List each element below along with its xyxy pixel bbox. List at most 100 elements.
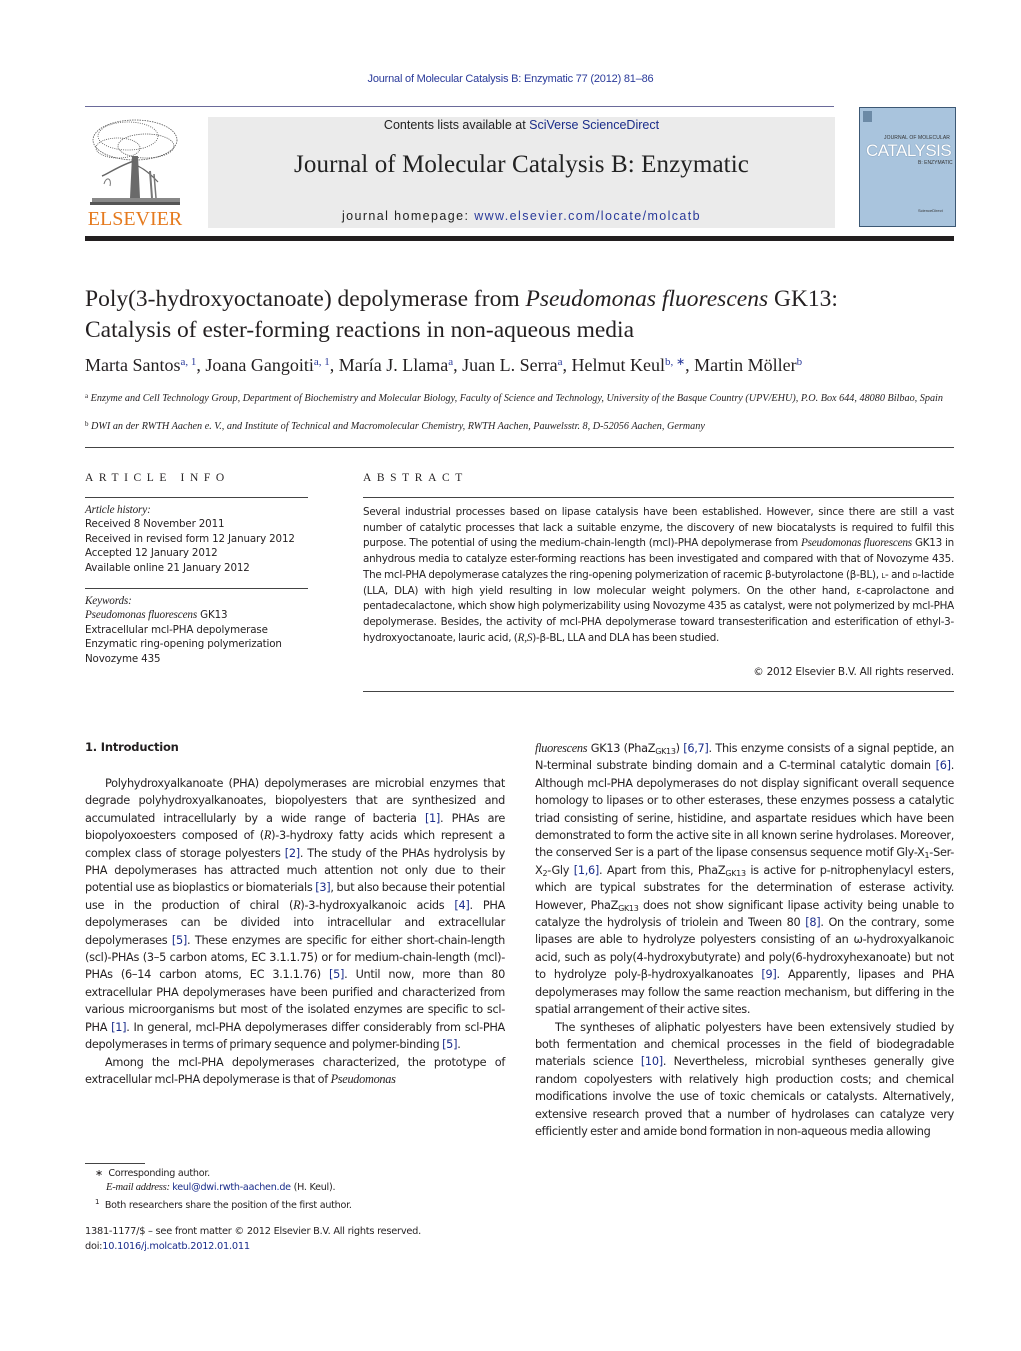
header-rule	[85, 106, 834, 107]
elsevier-wordmark: ELSEVIER	[87, 208, 183, 230]
affiliation-a: a Enzyme and Cell Technology Group, Depa…	[85, 389, 955, 406]
affiliation-text: DWI an der RWTH Aachen e. V., and Instit…	[91, 421, 705, 432]
abstract-italic: R,S	[517, 631, 533, 644]
footnote-shared: 1 Both researchers share the position of…	[95, 1198, 352, 1212]
body-column-left: Polyhydroxyalkanoate (PHA) depolymerases…	[85, 775, 505, 1088]
citation-link[interactable]: [1,6]	[574, 864, 600, 877]
affiliation-b: b DWI an der RWTH Aachen e. V., and Inst…	[85, 417, 955, 434]
citation-link[interactable]: [6,7]	[683, 742, 709, 755]
cover-logo-icon	[863, 111, 872, 122]
keyword-item[interactable]: Novozyme 435	[85, 652, 310, 666]
paragraph: Polyhydroxyalkanoate (PHA) depolymerases…	[85, 777, 505, 1052]
citation-link[interactable]: [9]	[761, 968, 776, 981]
citation-link[interactable]: [10]	[641, 1055, 663, 1068]
history-label: Article history:	[85, 504, 151, 516]
history-item: Accepted 12 January 2012	[85, 547, 218, 560]
citation-link[interactable]: [5]	[172, 934, 187, 947]
header-thick-rule	[85, 236, 954, 241]
issn-line: 1381-1177/$ – see front matter © 2012 El…	[85, 1226, 421, 1237]
abstract-segment: )-β-BL, LLA and DLA has been studied.	[532, 631, 720, 644]
keyword-item[interactable]: Extracellular mcl-PHA depolymerase	[85, 623, 310, 637]
article-info-heading: ARTICLE INFO	[85, 472, 230, 484]
citation-link[interactable]: [1]	[425, 812, 440, 825]
introduction-heading: 1. Introduction	[85, 740, 179, 754]
cover-line2: CATALYSIS	[866, 141, 952, 160]
elsevier-tree-icon	[88, 116, 182, 208]
elsevier-logo[interactable]: ELSEVIER	[84, 116, 186, 230]
keyword-italic: Pseudomonas fluorescens	[85, 609, 198, 622]
article-info-rule	[85, 497, 308, 498]
paragraph: Among the mcl-PHA depolymerases characte…	[85, 1055, 505, 1086]
abstract-text: Several industrial processes based on li…	[363, 505, 954, 646]
running-head[interactable]: Journal of Molecular Catalysis B: Enzyma…	[0, 73, 1021, 85]
footnotes: ∗ Corresponding author. E-mail address: …	[85, 1167, 505, 1213]
section-rule	[85, 447, 954, 448]
title-italic: Pseudomonas fluorescens	[525, 286, 769, 312]
title-part1: Poly(3-hydroxyoctanoate) depolymerase fr…	[85, 286, 526, 312]
citation-link[interactable]: [5]	[442, 1038, 457, 1051]
sciencedirect-link[interactable]: SciVerse ScienceDirect	[529, 118, 659, 132]
doi-link[interactable]: 10.1016/j.molcatb.2012.01.011	[102, 1241, 250, 1252]
abstract-segment: - and	[885, 568, 913, 581]
paragraph: The syntheses of aliphatic polyesters ha…	[535, 1020, 954, 1138]
citation-link[interactable]: [1]	[111, 1021, 126, 1034]
author-affil-link[interactable]: a, 1	[314, 356, 330, 368]
affiliation-mark: a	[85, 392, 89, 400]
citation-link[interactable]: [5]	[329, 968, 344, 981]
keywords-rule	[85, 588, 308, 589]
citation-link[interactable]: [3]	[315, 881, 330, 894]
footnote-corresponding: ∗ Corresponding author.	[95, 1168, 210, 1179]
abstract-italic: Pseudomonas fluorescens	[801, 537, 912, 550]
homepage-link[interactable]: www.elsevier.com/locate/molcatb	[474, 209, 701, 223]
front-matter: 1381-1177/$ – see front matter © 2012 El…	[85, 1225, 505, 1254]
journal-title: Journal of Molecular Catalysis B: Enzyma…	[294, 151, 749, 178]
author-name: Juan L. Serra	[462, 355, 558, 375]
homepage-line: journal homepage: www.elsevier.com/locat…	[208, 209, 835, 223]
homepage-prefix: journal homepage:	[341, 209, 475, 223]
keyword-item[interactable]: Enzymatic ring-opening polymerization	[85, 637, 310, 651]
citation-link[interactable]: [2]	[285, 847, 300, 860]
citation-link[interactable]: [6]	[936, 759, 951, 772]
title-part2: GK13:	[768, 286, 838, 312]
citation-link[interactable]: [4]	[454, 899, 469, 912]
cover-line3: B: ENZYMATIC	[918, 160, 953, 166]
author-affil-link[interactable]: a, 1	[180, 356, 196, 368]
author-affil-link[interactable]: a	[448, 356, 453, 368]
history-item: Received in revised form 12 January 2012	[85, 532, 295, 545]
body-column-right: fluorescens GK13 (PhaZGK13) [6,7]. This …	[535, 740, 954, 1140]
abstract-copyright: © 2012 Elsevier B.V. All rights reserved…	[753, 666, 954, 678]
author-name: Martin Möller	[694, 355, 797, 375]
affiliation-text: Enzyme and Cell Technology Group, Depart…	[90, 393, 943, 404]
abstract-heading: ABSTRACT	[363, 472, 468, 484]
author-name: Marta Santos	[85, 355, 181, 375]
author-affil-link[interactable]: b	[797, 356, 803, 368]
citation-link[interactable]: [8]	[805, 916, 820, 929]
cover-line4: ScienceDirect	[918, 208, 943, 213]
history-item: Received 8 November 2011	[85, 518, 225, 531]
author-list: Marta Santosa, 1, Joana Gangoitia, 1, Ma…	[85, 355, 803, 375]
keyword-item[interactable]: Pseudomonas fluorescens GK13	[85, 608, 310, 622]
paragraph: fluorescens GK13 (PhaZGK13) [6,7]. This …	[535, 741, 954, 1017]
history-item: Available online 21 January 2012	[85, 561, 250, 574]
article-history: Article history: Received 8 November 201…	[85, 503, 310, 575]
author-name: Helmut Keul	[571, 355, 665, 375]
contents-prefix: Contents lists available at	[383, 118, 530, 132]
journal-banner: Contents lists available at SciVerse Sci…	[208, 117, 835, 228]
author-affil-link[interactable]: b, ∗	[665, 356, 685, 368]
title-line2: Catalysis of ester-forming reactions in …	[85, 317, 635, 343]
keywords-label: Keywords:	[85, 595, 132, 607]
author-affil-link[interactable]: a	[558, 356, 563, 368]
journal-cover-thumbnail[interactable]: JOURNAL OF MOLECULAR CATALYSIS B: ENZYMA…	[859, 107, 956, 227]
email-link[interactable]: keul@dwi.rwth-aachen.de	[172, 1182, 291, 1193]
abstract-rule	[363, 497, 954, 498]
contents-line: Contents lists available at SciVerse Sci…	[208, 118, 835, 132]
footnote-email: E-mail address: keul@dwi.rwth-aachen.de …	[106, 1182, 336, 1193]
author-name: María J. Llama	[338, 355, 449, 375]
author-name: Joana Gangoiti	[205, 355, 314, 375]
doi-line: doi:10.1016/j.molcatb.2012.01.011	[85, 1240, 250, 1252]
footnote-rule	[85, 1163, 145, 1164]
keywords: Keywords: Pseudomonas fluorescens GK13 E…	[85, 594, 310, 666]
abstract-bottom-rule	[363, 691, 954, 692]
affiliation-mark: b	[85, 420, 89, 428]
article-title: Poly(3-hydroxyoctanoate) depolymerase fr…	[85, 284, 965, 346]
